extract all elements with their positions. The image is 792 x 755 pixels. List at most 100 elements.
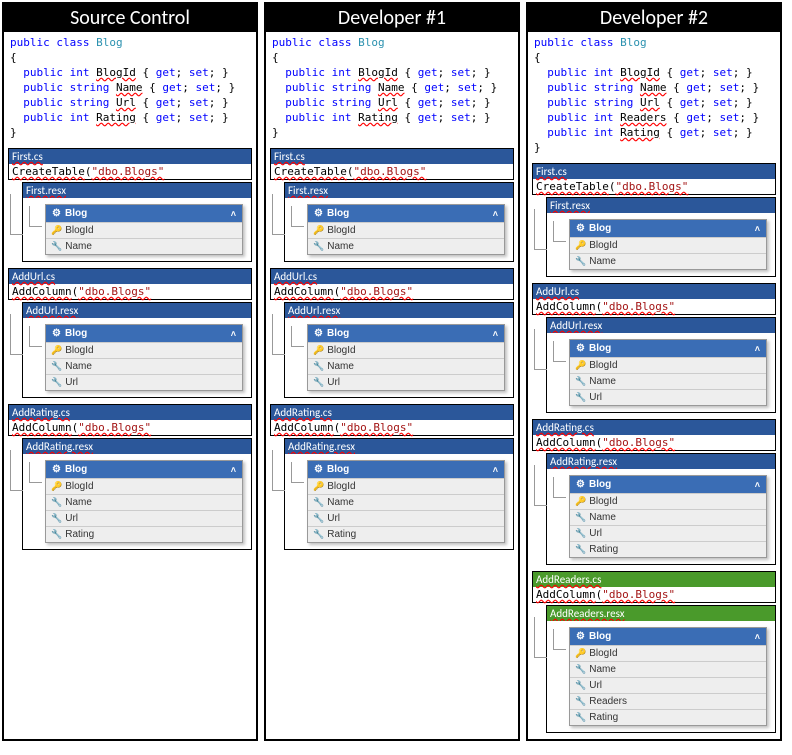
entity-table-header: ⚙Blog˄ bbox=[46, 325, 242, 342]
connector-line bbox=[291, 326, 304, 347]
entity-field: 🔑BlogId bbox=[570, 645, 766, 661]
key-icon: 🔑 bbox=[51, 481, 62, 491]
property-icon: 🔧 bbox=[575, 664, 586, 674]
entity-table: ⚙Blog˄🔑BlogId🔧Name🔧Url bbox=[307, 324, 505, 391]
column-title: Developer #2 bbox=[528, 4, 780, 32]
resx-file-name: AddRating.resx bbox=[285, 439, 513, 454]
key-icon: 🔑 bbox=[313, 225, 324, 235]
resx-wrap: First.resx⚙Blog˄🔑BlogId🔧Name bbox=[22, 182, 252, 262]
cs-file-name: AddRating.cs bbox=[9, 405, 251, 420]
resx-file-name: AddUrl.resx bbox=[547, 318, 775, 333]
entity-field: 🔧Url bbox=[308, 510, 504, 526]
key-icon: 🔑 bbox=[313, 345, 324, 355]
entity-name: Blog bbox=[65, 464, 87, 475]
diagram-columns: Source Controlpublic class Blog{ public … bbox=[2, 2, 790, 741]
entity-field: 🔑BlogId bbox=[308, 222, 504, 238]
resx-file-name: AddRating.resx bbox=[23, 439, 251, 454]
entity-name: Blog bbox=[327, 208, 349, 219]
entity-table: ⚙Blog˄🔑BlogId🔧Name🔧Url🔧Readers🔧Rating bbox=[569, 627, 767, 726]
entity-icon: ⚙ bbox=[52, 464, 61, 475]
entity-table-header: ⚙Blog˄ bbox=[308, 461, 504, 478]
connector-line bbox=[272, 450, 285, 491]
connector-line bbox=[534, 617, 547, 658]
entity-table: ⚙Blog˄🔑BlogId🔧Name🔧Url bbox=[45, 324, 243, 391]
entity-table: ⚙Blog˄🔑BlogId🔧Name🔧Url🔧Rating bbox=[307, 460, 505, 543]
migration-group: AddUrl.csAddColumn("dbo.Blogs" AddUrl.res… bbox=[532, 283, 776, 413]
entity-name: Blog bbox=[327, 464, 349, 475]
cs-file-body: AddColumn("dbo.Blogs" bbox=[533, 587, 775, 602]
cs-file-body: CreateTable("dbo.Blogs" bbox=[533, 179, 775, 194]
migration-group: AddUrl.csAddColumn("dbo.Blogs"AddUrl.res… bbox=[8, 268, 252, 398]
key-icon: 🔑 bbox=[575, 648, 586, 658]
connector-line bbox=[291, 206, 304, 227]
property-icon: 🔧 bbox=[575, 256, 586, 266]
entity-icon: ⚙ bbox=[52, 328, 61, 339]
chevron-up-icon: ˄ bbox=[493, 465, 498, 475]
property-icon: 🔧 bbox=[575, 544, 586, 554]
entity-name: Blog bbox=[65, 328, 87, 339]
entity-name: Blog bbox=[589, 223, 611, 234]
cs-file: First.csCreateTable("dbo.Blogs" bbox=[270, 148, 514, 180]
property-icon: 🔧 bbox=[575, 696, 586, 706]
entity-field: 🔑BlogId bbox=[308, 342, 504, 358]
entity-table-header: ⚙Blog˄ bbox=[46, 461, 242, 478]
cs-file-name: AddUrl.cs bbox=[533, 284, 775, 299]
resx-file: AddUrl.resx⚙Blog˄🔑BlogId🔧Name🔧Url bbox=[546, 317, 776, 413]
resx-file-name: First.resx bbox=[285, 183, 513, 198]
property-icon: 🔧 bbox=[575, 528, 586, 538]
connector-line bbox=[29, 206, 42, 227]
entity-field: 🔑BlogId bbox=[570, 493, 766, 509]
entity-icon: ⚙ bbox=[576, 631, 585, 642]
entity-field: 🔑BlogId bbox=[308, 478, 504, 494]
entity-field: 🔧Name bbox=[570, 661, 766, 677]
class-code: public class Blog{ public int BlogId { g… bbox=[528, 32, 780, 161]
resx-file: AddUrl.resx⚙Blog˄🔑BlogId🔧Name🔧Url bbox=[284, 302, 514, 398]
cs-file-name: AddRating.cs bbox=[533, 420, 775, 435]
entity-name: Blog bbox=[589, 631, 611, 642]
connector-line bbox=[10, 314, 23, 355]
resx-file-name: AddReaders.resx bbox=[547, 606, 775, 621]
entity-field: 🔧Name bbox=[570, 509, 766, 525]
resx-file: First.resx⚙Blog˄🔑BlogId🔧Name bbox=[284, 182, 514, 262]
chevron-up-icon: ˄ bbox=[755, 480, 760, 490]
cs-file-body: CreateTable("dbo.Blogs" bbox=[9, 164, 251, 179]
connector-line bbox=[553, 629, 566, 650]
cs-file: AddUrl.csAddColumn("dbo.Blogs" bbox=[532, 283, 776, 315]
property-icon: 🔧 bbox=[313, 377, 324, 387]
connector-line bbox=[272, 194, 285, 235]
resx-body: ⚙Blog˄🔑BlogId🔧Name🔧Url🔧Readers🔧Rating bbox=[547, 621, 775, 732]
migration-group: AddRating.csAddColumn("dbo.Blogs"AddRati… bbox=[8, 404, 252, 550]
entity-field: 🔧Rating bbox=[46, 526, 242, 542]
resx-file: First.resx⚙Blog˄🔑BlogId🔧Name bbox=[546, 197, 776, 277]
entity-icon: ⚙ bbox=[52, 208, 61, 219]
entity-field: 🔑BlogId bbox=[570, 237, 766, 253]
cs-file-body: AddColumn("dbo.Blogs" bbox=[533, 299, 775, 314]
class-code: public class Blog{ public int BlogId { g… bbox=[4, 32, 256, 146]
cs-file-body: AddColumn("dbo.Blogs" bbox=[9, 284, 251, 299]
resx-body: ⚙Blog˄🔑BlogId🔧Name bbox=[547, 213, 775, 276]
chevron-up-icon: ˄ bbox=[755, 224, 760, 234]
connector-line bbox=[272, 314, 285, 355]
connector-line bbox=[534, 465, 547, 506]
key-icon: 🔑 bbox=[313, 481, 324, 491]
resx-file: AddRating.resx⚙Blog˄🔑BlogId🔧Name🔧Url🔧Rat… bbox=[22, 438, 252, 550]
property-icon: 🔧 bbox=[51, 497, 62, 507]
resx-body: ⚙Blog˄🔑BlogId🔧Name bbox=[23, 198, 251, 261]
migration-group: First.csCreateTable("dbo.Blogs"First.res… bbox=[532, 163, 776, 277]
entity-field: 🔧Url bbox=[46, 510, 242, 526]
cs-file-name: AddUrl.cs bbox=[9, 269, 251, 284]
resx-file-name: First.resx bbox=[547, 198, 775, 213]
resx-body: ⚙Blog˄🔑BlogId🔧Name bbox=[285, 198, 513, 261]
connector-line bbox=[10, 450, 23, 491]
connector-line bbox=[10, 194, 23, 235]
entity-field: 🔑BlogId bbox=[570, 357, 766, 373]
cs-file: AddUrl.csAddColumn("dbo.Blogs" bbox=[8, 268, 252, 300]
resx-wrap: AddUrl.resx⚙Blog˄🔑BlogId🔧Name🔧Url bbox=[284, 302, 514, 398]
entity-table-header: ⚙Blog˄ bbox=[308, 205, 504, 222]
property-icon: 🔧 bbox=[575, 392, 586, 402]
chevron-up-icon: ˄ bbox=[755, 632, 760, 642]
cs-file: AddReaders.csAddColumn("dbo.Blogs" bbox=[532, 571, 776, 603]
resx-body: ⚙Blog˄🔑BlogId🔧Name🔧Url🔧Rating bbox=[547, 469, 775, 564]
cs-file: First.csCreateTable("dbo.Blogs" bbox=[8, 148, 252, 180]
entity-table: ⚙Blog˄🔑BlogId🔧Name bbox=[569, 219, 767, 270]
